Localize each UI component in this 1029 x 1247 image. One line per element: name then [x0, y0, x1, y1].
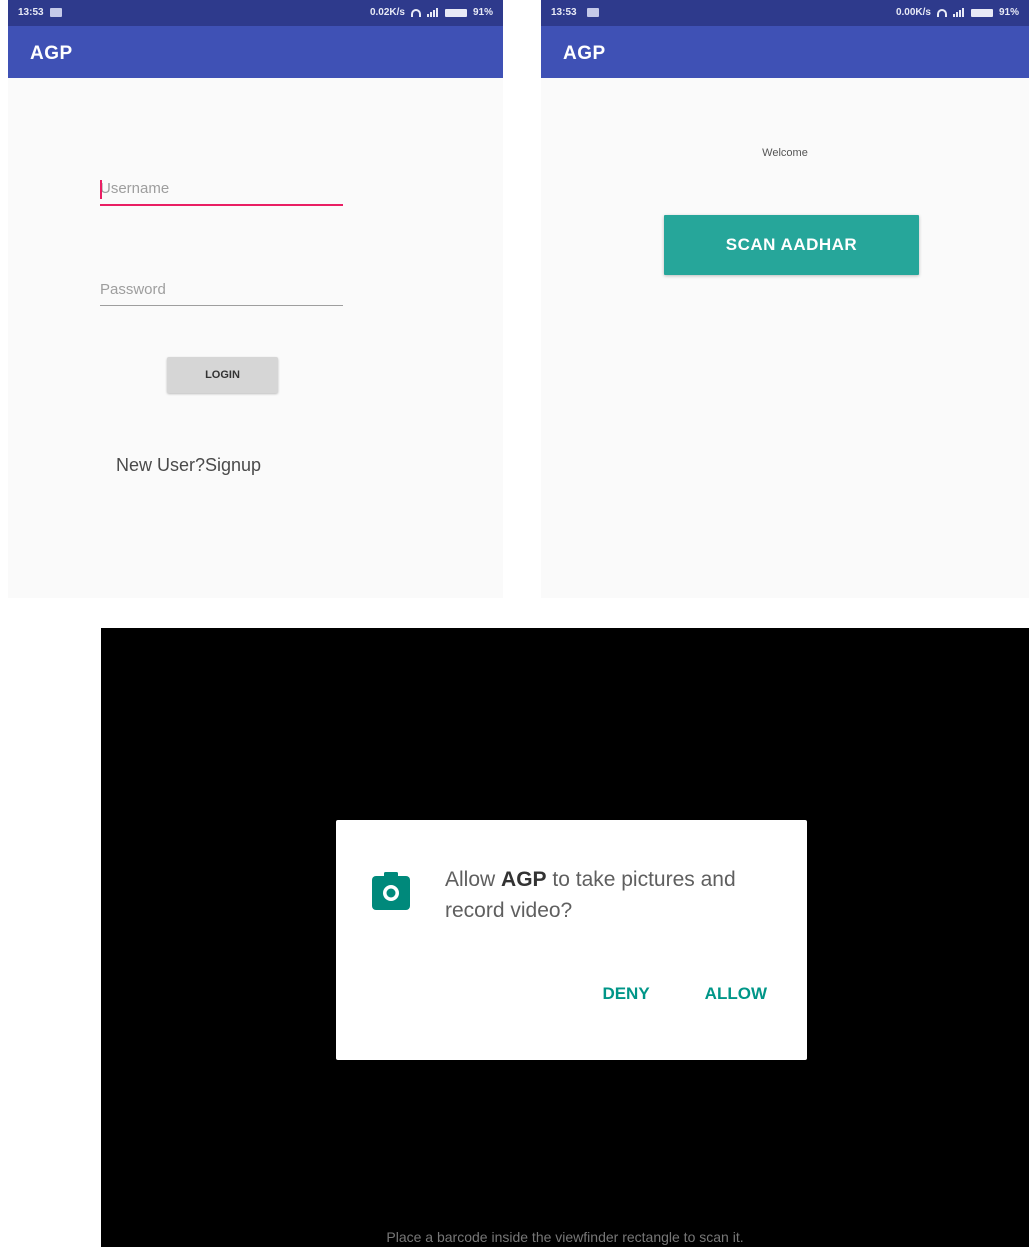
username-input[interactable] — [100, 174, 343, 206]
wifi-icon — [410, 8, 421, 17]
scanner-screen: Allow AGP to take pictures and record vi… — [101, 628, 1029, 1247]
barcode-hint: Place a barcode inside the viewfinder re… — [386, 1229, 744, 1245]
app-title: AGP — [30, 43, 73, 64]
login-button[interactable]: LOGIN — [167, 357, 278, 393]
password-input[interactable] — [100, 275, 343, 306]
login-screen: 13:53 0.02K/s 91% AGP LOGIN New User?Sig… — [8, 0, 503, 598]
welcome-text: Welcome — [762, 147, 808, 159]
battery-percent: 91% — [998, 7, 1019, 18]
battery-icon — [444, 8, 467, 17]
status-right-group: 0.02K/s 91% — [370, 7, 493, 18]
status-time: 13:53 — [551, 7, 577, 18]
battery-icon — [970, 8, 993, 17]
permission-dialog: Allow AGP to take pictures and record vi… — [336, 820, 807, 1060]
deny-button[interactable]: DENY — [602, 984, 649, 1004]
status-bar: 13:53 0.00K/s 91% — [541, 0, 1029, 26]
permission-message: Allow AGP to take pictures and record vi… — [445, 864, 775, 926]
message-prefix: Allow — [445, 868, 502, 891]
status-time: 13:53 — [18, 7, 44, 18]
signup-link[interactable]: New User?Signup — [116, 455, 261, 476]
status-bar: 13:53 0.02K/s 91% — [8, 0, 503, 26]
notification-icon — [50, 8, 62, 17]
signal-icon — [426, 8, 439, 17]
scan-aadhar-button[interactable]: SCAN AADHAR — [664, 215, 919, 275]
app-bar: AGP — [541, 26, 1029, 78]
network-speed: 0.02K/s — [369, 7, 405, 18]
status-right-group: 0.00K/s 91% — [896, 7, 1019, 18]
app-bar: AGP — [8, 26, 503, 78]
dialog-actions: DENY ALLOW — [602, 984, 767, 1004]
signal-icon — [952, 8, 965, 17]
camera-icon — [372, 872, 410, 910]
wifi-icon — [936, 8, 947, 17]
allow-button[interactable]: ALLOW — [705, 984, 767, 1004]
battery-percent: 91% — [472, 7, 493, 18]
network-speed: 0.00K/s — [895, 7, 931, 18]
app-title: AGP — [563, 43, 606, 64]
text-cursor — [100, 180, 102, 199]
home-screen: 13:53 0.00K/s 91% AGP Welcome SCAN AADHA… — [541, 0, 1029, 598]
message-app-name: AGP — [501, 868, 547, 891]
notification-icon — [587, 8, 599, 17]
